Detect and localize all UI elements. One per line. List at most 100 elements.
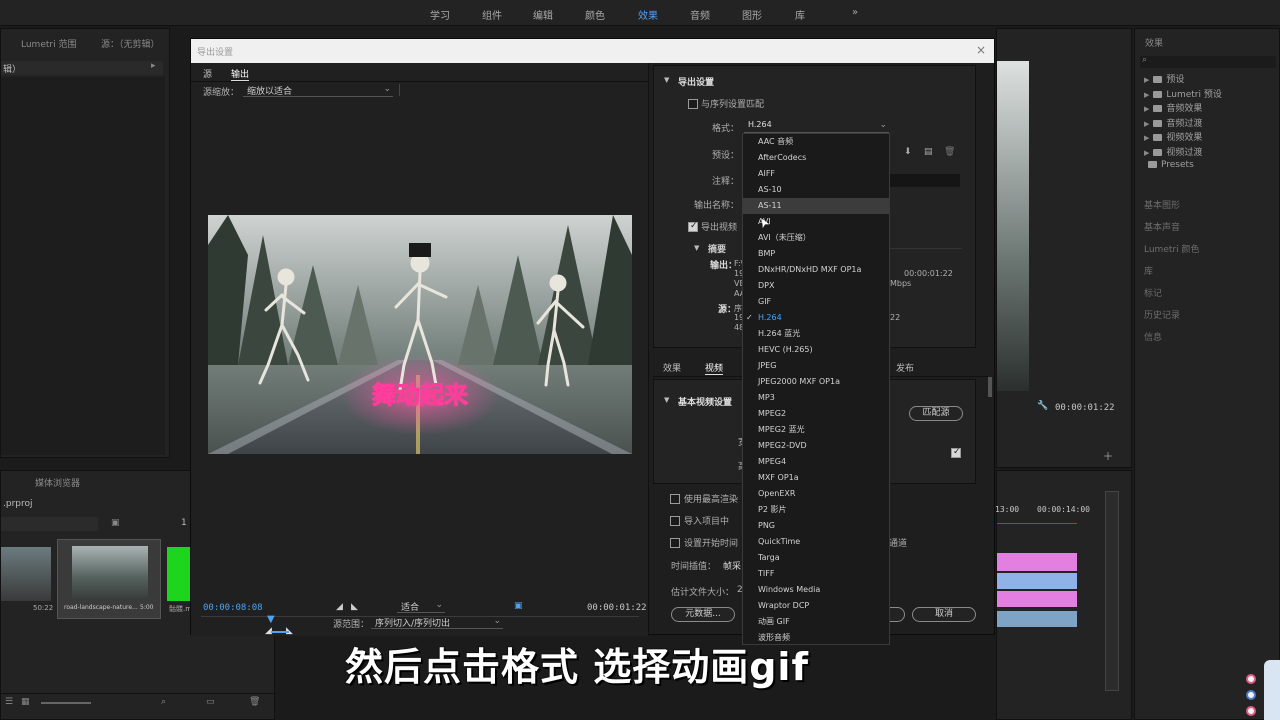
collapse-icon[interactable]: ▼ bbox=[664, 396, 669, 404]
format-option[interactable]: Targa bbox=[743, 550, 889, 566]
effects-item-audio-effects[interactable]: ▶ 音频效果 bbox=[1144, 101, 1202, 114]
tab-output[interactable]: 输出 bbox=[231, 67, 250, 81]
list-view-icon[interactable]: ☰ bbox=[5, 697, 13, 707]
panel-history[interactable]: 历史记录 bbox=[1144, 308, 1180, 321]
mark-in-icon[interactable]: ◢ bbox=[336, 602, 343, 612]
format-option[interactable]: ✓ H.264 bbox=[743, 310, 889, 326]
clip-thumbnail-1[interactable] bbox=[1, 547, 51, 601]
timeline-clip-pink[interactable] bbox=[997, 553, 1077, 571]
tab-video[interactable]: 视频 bbox=[705, 361, 724, 375]
link-dimensions-checkbox[interactable] bbox=[951, 447, 961, 458]
panel-essential-graphics[interactable]: 基本图形 bbox=[1144, 198, 1180, 211]
effects-item-video-effects[interactable]: ▶ 视频效果 bbox=[1144, 130, 1202, 143]
panel-libraries[interactable]: 库 bbox=[1144, 264, 1153, 277]
format-option[interactable]: OpenEXR bbox=[743, 486, 889, 502]
bin-icon[interactable]: ▣ bbox=[111, 518, 120, 528]
effects-search-input[interactable]: ⌕ bbox=[1140, 55, 1276, 68]
format-option[interactable]: AS-11 bbox=[743, 198, 889, 214]
format-option[interactable]: Windows Media bbox=[743, 582, 889, 598]
format-option[interactable]: AS-10 bbox=[743, 182, 889, 198]
format-option[interactable]: P2 影片 bbox=[743, 502, 889, 518]
effects-panel-title[interactable]: 效果 bbox=[1145, 36, 1163, 49]
icon-view-icon[interactable]: ▦ bbox=[21, 697, 30, 707]
export-video-checkbox[interactable] bbox=[688, 221, 698, 232]
new-bin-icon[interactable]: ▭ bbox=[206, 697, 215, 707]
format-option[interactable]: Wraptor DCP bbox=[743, 598, 889, 614]
workspace-tab-audio[interactable]: 音频 bbox=[690, 7, 710, 22]
format-option[interactable]: MP3 bbox=[743, 390, 889, 406]
zoom-slider[interactable] bbox=[41, 702, 91, 704]
format-option[interactable]: HEVC (H.265) bbox=[743, 342, 889, 358]
source-range-select[interactable]: 序列切入/序列切出 ⌄ bbox=[371, 616, 503, 629]
timeline-clip-pink-2[interactable] bbox=[997, 591, 1077, 607]
collapse-icon[interactable]: ▼ bbox=[664, 76, 669, 84]
wrench-icon[interactable]: 🔧 bbox=[1037, 401, 1048, 411]
format-option[interactable]: GIF bbox=[743, 294, 889, 310]
format-option[interactable]: MPEG2-DVD bbox=[743, 438, 889, 454]
format-option[interactable]: AVI（未压缩） bbox=[743, 230, 889, 246]
format-option[interactable]: MXF OP1a bbox=[743, 470, 889, 486]
clip-tile-2[interactable]: road-landscape-nature... 5:00 bbox=[57, 539, 161, 619]
workspace-tab-graphics[interactable]: 图形 bbox=[742, 7, 762, 22]
import-project-checkbox[interactable] bbox=[670, 516, 680, 526]
format-option[interactable]: JPEG bbox=[743, 358, 889, 374]
timeline-clip-blue[interactable] bbox=[997, 573, 1077, 589]
match-source-button[interactable]: 匹配源 bbox=[909, 406, 963, 421]
playhead-icon[interactable]: ▼ bbox=[267, 614, 275, 625]
media-browser-tab[interactable]: 媒体浏览器 bbox=[35, 476, 80, 489]
format-option[interactable]: MPEG2 bbox=[743, 406, 889, 422]
trash-icon[interactable]: 🗑 bbox=[249, 697, 260, 707]
format-option[interactable]: BMP bbox=[743, 246, 889, 262]
program-timecode[interactable]: 00:00:01:22 bbox=[1055, 403, 1115, 413]
workspace-more-icon[interactable]: » bbox=[852, 7, 858, 18]
format-option[interactable]: AAC 音频 bbox=[743, 134, 889, 150]
time-interp-select[interactable]: 帧采 bbox=[723, 559, 741, 572]
set-start-time-checkbox[interactable] bbox=[670, 538, 680, 548]
mark-out-icon[interactable]: ◣ bbox=[351, 602, 358, 612]
add-button-icon[interactable]: + bbox=[1103, 449, 1113, 463]
scrollbar[interactable] bbox=[988, 377, 992, 397]
close-icon[interactable]: × bbox=[976, 43, 986, 57]
effects-item-audio-transitions[interactable]: ▶ 音频过渡 bbox=[1144, 116, 1202, 129]
format-select[interactable]: H.264 ⌄ bbox=[744, 120, 889, 133]
panel-info[interactable]: 信息 bbox=[1144, 330, 1162, 343]
tab-publish[interactable]: 发布 bbox=[896, 361, 914, 374]
format-option[interactable]: MPEG2 蓝光 bbox=[743, 422, 889, 438]
clip-thumbnail-3[interactable] bbox=[167, 547, 191, 601]
fit-select[interactable]: 适合 ⌄ bbox=[397, 600, 445, 613]
format-option[interactable]: TIFF bbox=[743, 566, 889, 582]
workspace-tab-assembly[interactable]: 组件 bbox=[482, 7, 502, 22]
panel-essential-sound[interactable]: 基本声音 bbox=[1144, 220, 1180, 233]
format-option[interactable]: 动画 GIF bbox=[743, 614, 889, 630]
search-icon[interactable]: ⌕ bbox=[161, 697, 166, 707]
effects-item-custom-presets[interactable]: Presets bbox=[1144, 160, 1194, 170]
workspace-tab-learn[interactable]: 学习 bbox=[430, 7, 450, 22]
bin-row[interactable]: 辑） ▸ bbox=[1, 61, 163, 75]
format-option[interactable]: PNG bbox=[743, 518, 889, 534]
panel-lumetri-color[interactable]: Lumetri 颜色 bbox=[1144, 242, 1199, 255]
import-preset-icon[interactable]: ▤ bbox=[924, 147, 933, 157]
summary-collapse-icon[interactable]: ▼ bbox=[694, 244, 699, 252]
format-option[interactable]: QuickTime bbox=[743, 534, 889, 550]
metadata-button[interactable]: 元数据... bbox=[671, 607, 735, 622]
save-preset-icon[interactable]: ⬇ bbox=[904, 147, 912, 157]
format-option[interactable]: H.264 蓝光 bbox=[743, 326, 889, 342]
effects-item-video-transitions[interactable]: ▶ 视频过渡 bbox=[1144, 145, 1202, 158]
tab-source[interactable]: 源 bbox=[203, 67, 212, 80]
workspace-tab-editing[interactable]: 编辑 bbox=[533, 7, 553, 22]
comment-input[interactable] bbox=[890, 174, 960, 187]
format-option[interactable]: DNxHR/DNxHD MXF OP1a bbox=[743, 262, 889, 278]
panel-markers[interactable]: 标记 bbox=[1144, 286, 1162, 299]
lumetri-scopes-tab[interactable]: Lumetri 范围 bbox=[21, 37, 76, 50]
source-tab[interactable]: 源：（无剪辑） bbox=[101, 37, 160, 50]
workspace-tab-libraries[interactable]: 库 bbox=[795, 7, 805, 22]
format-option[interactable]: AIFF bbox=[743, 166, 889, 182]
delete-preset-icon[interactable]: 🗑 bbox=[944, 147, 955, 157]
aspect-ratio-icon[interactable]: ▣ bbox=[514, 601, 523, 611]
tab-effects[interactable]: 效果 bbox=[663, 361, 681, 374]
current-timecode[interactable]: 00:00:08:08 bbox=[203, 603, 263, 613]
effects-item-lumetri-presets[interactable]: ▶ Lumetri 预设 bbox=[1144, 87, 1222, 100]
project-search-input[interactable] bbox=[1, 517, 98, 531]
format-option[interactable]: AfterCodecs bbox=[743, 150, 889, 166]
workspace-tab-color[interactable]: 颜色 bbox=[585, 7, 605, 22]
